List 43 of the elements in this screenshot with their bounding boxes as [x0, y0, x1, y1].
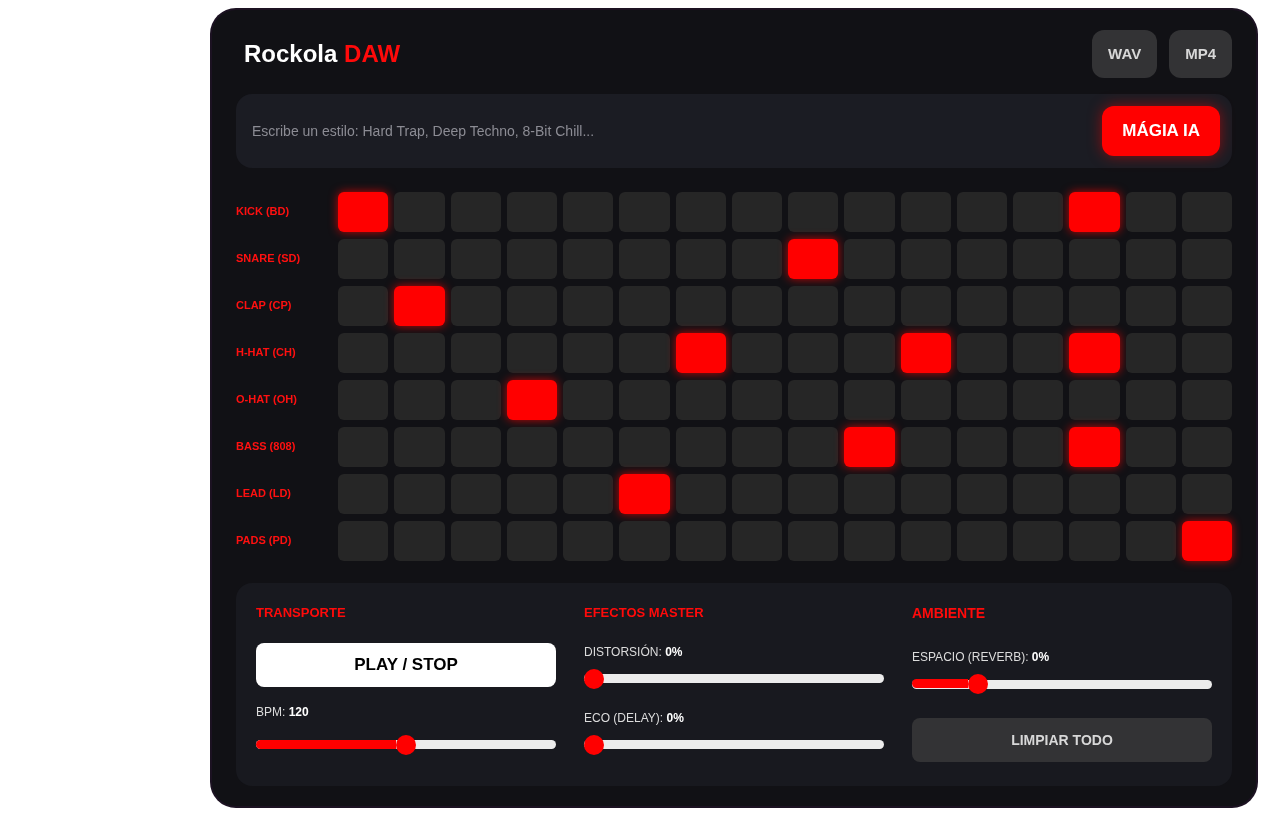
track-label: BASS (808) [236, 439, 297, 455]
slider-thumb[interactable] [584, 734, 604, 755]
slider-track[interactable] [256, 734, 556, 755]
step-pad[interactable] [506, 379, 557, 420]
slider-track[interactable] [912, 674, 1212, 694]
step-pad[interactable] [844, 426, 895, 467]
slider-label: DISTORSIÓN: 0% [584, 643, 684, 661]
track-label: PADS (PD) [236, 533, 293, 549]
export-button[interactable]: WAV [1092, 30, 1158, 78]
slider-thumb[interactable] [968, 674, 988, 694]
export-button[interactable]: MP4 [1169, 30, 1232, 78]
slider-track[interactable] [584, 668, 884, 689]
app-title: Rockola DAW [244, 39, 401, 69]
style-input[interactable]: Escribe un estilo: Hard Trap, Deep Techno, 8-Bit Chill... [252, 110, 1087, 151]
track-label: SNARE (SD) [236, 251, 302, 267]
track-label: H-HAT (CH) [236, 345, 297, 361]
slider-label: ESPACIO (REVERB): 0% [912, 649, 1051, 666]
step-pad[interactable] [675, 332, 726, 373]
section-heading: AMBIENTE [912, 604, 987, 623]
step-pad[interactable] [394, 285, 445, 326]
track-label: CLAP (CP) [236, 298, 293, 314]
step-pad[interactable] [788, 238, 839, 279]
slider-label: ECO (DELAY): 0% [584, 709, 685, 727]
slider-track[interactable] [584, 734, 884, 755]
prompt-field[interactable]: Escribe un estilo: Hard Trap, Deep Techno, 8-Bit Chill... MÁGIA IA [236, 94, 1232, 168]
section-heading: TRANSPORTE [256, 604, 347, 622]
section-heading: EFECTOS MASTER [584, 604, 705, 622]
step-pad[interactable] [619, 473, 670, 514]
play-stop-button[interactable]: PLAY / STOP [256, 642, 556, 687]
step-pad[interactable] [1069, 426, 1120, 467]
step-pad[interactable] [1069, 191, 1120, 232]
slider-label: BPM: 120 [256, 704, 309, 719]
track-label: KICK (BD) [236, 204, 291, 220]
step-pad[interactable] [900, 332, 951, 373]
step-pad[interactable] [338, 191, 389, 232]
track-label: LEAD (LD) [236, 486, 292, 502]
step-pad[interactable] [1181, 520, 1232, 561]
ai-magic-button[interactable]: MÁGIA IA [1102, 106, 1220, 156]
slider-thumb[interactable] [584, 668, 604, 689]
track-label: O-HAT (OH) [236, 392, 298, 408]
clear-all-button[interactable]: LIMPIAR TODO [912, 718, 1212, 762]
slider-thumb[interactable] [396, 734, 416, 755]
step-pad[interactable] [1069, 332, 1120, 373]
